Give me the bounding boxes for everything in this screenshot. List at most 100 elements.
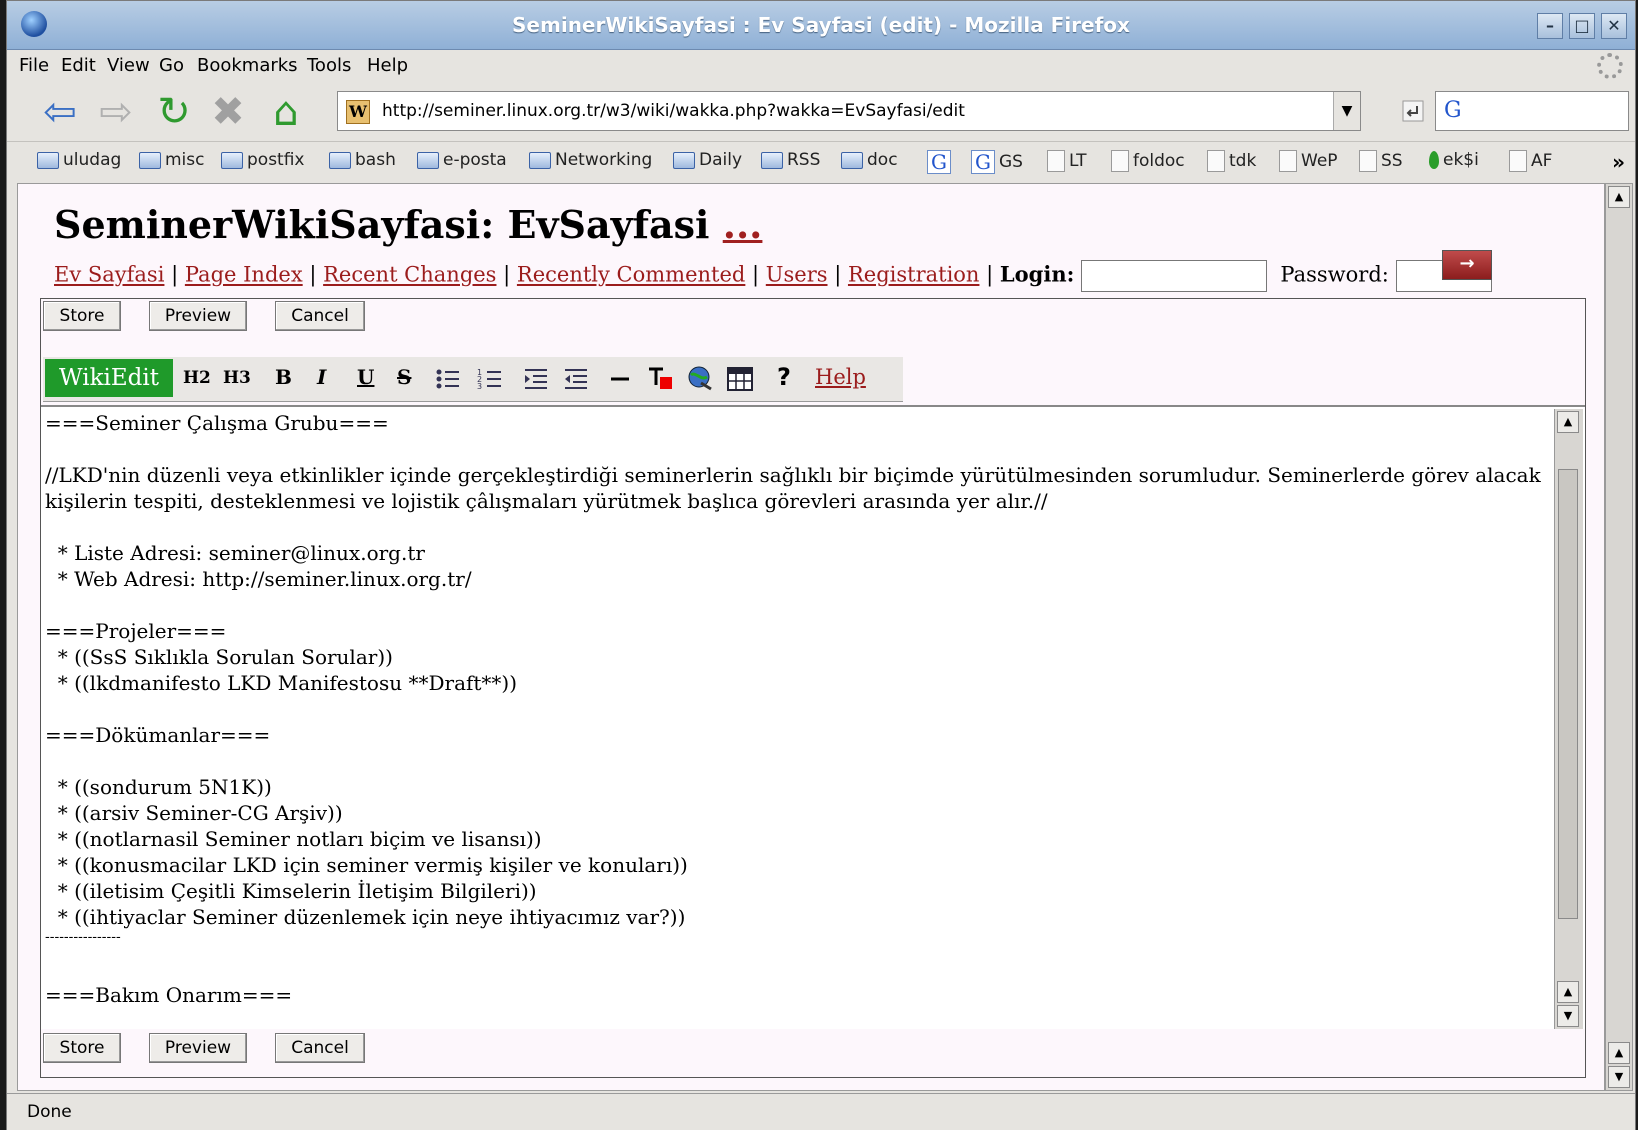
cancel-button[interactable]: Cancel <box>275 301 365 331</box>
preview-button[interactable]: Preview <box>149 301 247 331</box>
scroll-up-icon[interactable]: ▲ <box>1557 411 1579 433</box>
menu-help[interactable]: Help <box>367 55 408 76</box>
menu-go[interactable]: Go <box>159 55 184 76</box>
menu-bookmarks[interactable]: Bookmarks <box>197 55 298 76</box>
bookmark-uludag[interactable]: uludag <box>37 150 121 170</box>
bookmark-lt[interactable]: LT <box>1047 150 1087 172</box>
link-globe-icon[interactable] <box>687 365 713 391</box>
edit-form: Store Preview Cancel WikiEdit H2 H3 B I … <box>40 298 1586 1078</box>
page-icon <box>1207 150 1225 172</box>
horizontal-rule-icon[interactable] <box>609 367 631 391</box>
bookmark-daily[interactable]: Daily <box>673 150 742 170</box>
preview-button-bottom[interactable]: Preview <box>149 1033 247 1063</box>
page-scrollbar[interactable]: ▲ ▲ ▼ <box>1605 183 1633 1091</box>
textarea-scrollbar[interactable]: ▲ ▲ ▼ <box>1554 409 1583 1029</box>
menu-edit[interactable]: Edit <box>61 55 96 76</box>
store-button-bottom[interactable]: Store <box>43 1033 121 1063</box>
back-arrow-icon[interactable]: ⇦ <box>37 89 83 135</box>
h3-button[interactable]: H3 <box>223 368 251 388</box>
outdent-icon[interactable] <box>563 367 589 391</box>
bookmark-rss[interactable]: RSS <box>761 150 820 170</box>
page-title: SeminerWikiSayfasi: EvSayfasi ... <box>54 202 762 247</box>
text-line: * ((iletisim Çeşitli Kimselerin İletişim… <box>45 879 537 903</box>
reload-icon[interactable]: ↻ <box>151 89 197 135</box>
address-bar[interactable]: W http://seminer.linux.org.tr/w3/wiki/wa… <box>337 91 1361 131</box>
bookmark-label: ek$i <box>1443 150 1479 170</box>
strike-button[interactable]: S <box>397 365 411 389</box>
bookmark-google[interactable]: G <box>927 150 951 174</box>
bookmark-doc[interactable]: doc <box>841 150 898 170</box>
bookmark-eksi[interactable]: ek$i <box>1429 150 1479 170</box>
bullet-list-icon[interactable] <box>435 367 461 391</box>
folder-icon <box>673 151 695 169</box>
scroll-up-icon[interactable]: ▲ <box>1608 186 1630 208</box>
menu-bar: File Edit View Go Bookmarks Tools Help <box>7 49 1635 83</box>
wiki-source-textarea[interactable]: ===Seminer Çalışma Grubu=== //LKD'nin dü… <box>41 405 1585 1029</box>
link-page-index[interactable]: Page Index <box>185 263 303 287</box>
menu-file[interactable]: File <box>19 55 49 76</box>
svg-text:3: 3 <box>477 382 482 391</box>
text-line: ===Seminer Çalışma Grubu=== <box>45 411 389 435</box>
folder-icon <box>221 151 243 169</box>
italic-button[interactable]: I <box>317 365 326 389</box>
text-line: * ((lkdmanifesto LKD Manifestosu **Draft… <box>45 671 518 695</box>
underline-button[interactable]: U <box>357 365 374 389</box>
folder-icon <box>841 151 863 169</box>
password-label: Password: <box>1280 262 1389 287</box>
search-engine-icon[interactable]: G <box>1444 98 1462 123</box>
browser-window: SeminerWikiSayfasi : Ev Sayfasi (edit) -… <box>6 0 1636 1130</box>
page-icon <box>1359 150 1377 172</box>
bookmark-label: AF <box>1531 151 1553 171</box>
bookmark-misc[interactable]: misc <box>139 150 205 170</box>
h2-button[interactable]: H2 <box>183 368 211 388</box>
table-icon[interactable] <box>727 367 753 391</box>
search-box[interactable]: G <box>1435 91 1629 131</box>
login-submit-button[interactable]: → <box>1442 250 1492 280</box>
go-icon[interactable] <box>1401 99 1425 123</box>
scroll-up-icon[interactable]: ▲ <box>1557 981 1579 1003</box>
link-ev-sayfasi[interactable]: Ev Sayfasi <box>54 263 164 287</box>
indent-icon[interactable] <box>523 367 549 391</box>
bookmark-tdk[interactable]: tdk <box>1207 150 1256 172</box>
scroll-down-icon[interactable]: ▼ <box>1608 1066 1630 1088</box>
menu-tools[interactable]: Tools <box>307 55 351 76</box>
scroll-down-icon[interactable]: ▼ <box>1557 1005 1579 1027</box>
store-button[interactable]: Store <box>43 301 121 331</box>
bookmark-af[interactable]: AF <box>1509 150 1552 172</box>
chevron-right-icon[interactable]: » <box>1612 150 1625 174</box>
link-recent-changes[interactable]: Recent Changes <box>323 263 496 287</box>
url-dropdown-icon[interactable]: ▼ <box>1333 92 1360 130</box>
bookmark-gs[interactable]: G GS <box>971 150 1023 174</box>
page-title-more-link[interactable]: ... <box>723 202 763 247</box>
text-line: ===Projeler=== <box>45 619 227 643</box>
help-question-icon[interactable]: ? <box>777 363 791 391</box>
link-recently-commented[interactable]: Recently Commented <box>517 263 745 287</box>
numbered-list-icon[interactable]: 123 <box>477 367 503 391</box>
text-line: * ((konusmacilar LKD için seminer vermiş… <box>45 853 688 877</box>
menu-view[interactable]: View <box>107 55 150 76</box>
bookmark-e-posta[interactable]: e-posta <box>417 150 507 170</box>
cancel-button-bottom[interactable]: Cancel <box>275 1033 365 1063</box>
text-color-icon[interactable] <box>647 365 673 391</box>
minimize-button[interactable]: – <box>1537 13 1563 39</box>
stop-icon[interactable]: ✖ <box>205 89 251 135</box>
help-link[interactable]: Help <box>815 365 866 389</box>
login-input[interactable] <box>1081 260 1268 292</box>
url-text[interactable]: http://seminer.linux.org.tr/w3/wiki/wakk… <box>382 101 965 121</box>
close-button[interactable]: ✕ <box>1601 13 1627 39</box>
link-registration[interactable]: Registration <box>848 263 980 287</box>
bookmark-wep[interactable]: WeP <box>1279 150 1338 172</box>
bold-button[interactable]: B <box>275 365 292 389</box>
forward-arrow-icon[interactable]: ⇨ <box>93 89 139 135</box>
bookmark-ss[interactable]: SS <box>1359 150 1403 172</box>
bookmark-postfix[interactable]: postfix <box>221 150 304 170</box>
home-icon[interactable]: ⌂ <box>263 89 309 135</box>
link-users[interactable]: Users <box>766 263 828 287</box>
bookmark-networking[interactable]: Networking <box>529 150 652 170</box>
maximize-button[interactable]: □ <box>1569 13 1595 39</box>
bookmark-bash[interactable]: bash <box>329 150 396 170</box>
bookmark-foldoc[interactable]: foldoc <box>1111 150 1185 172</box>
text-line: //LKD'nin düzenli veya etkinlikler içind… <box>45 463 1541 487</box>
scroll-up-icon[interactable]: ▲ <box>1608 1042 1630 1064</box>
textarea-scroll-thumb[interactable] <box>1558 469 1578 919</box>
